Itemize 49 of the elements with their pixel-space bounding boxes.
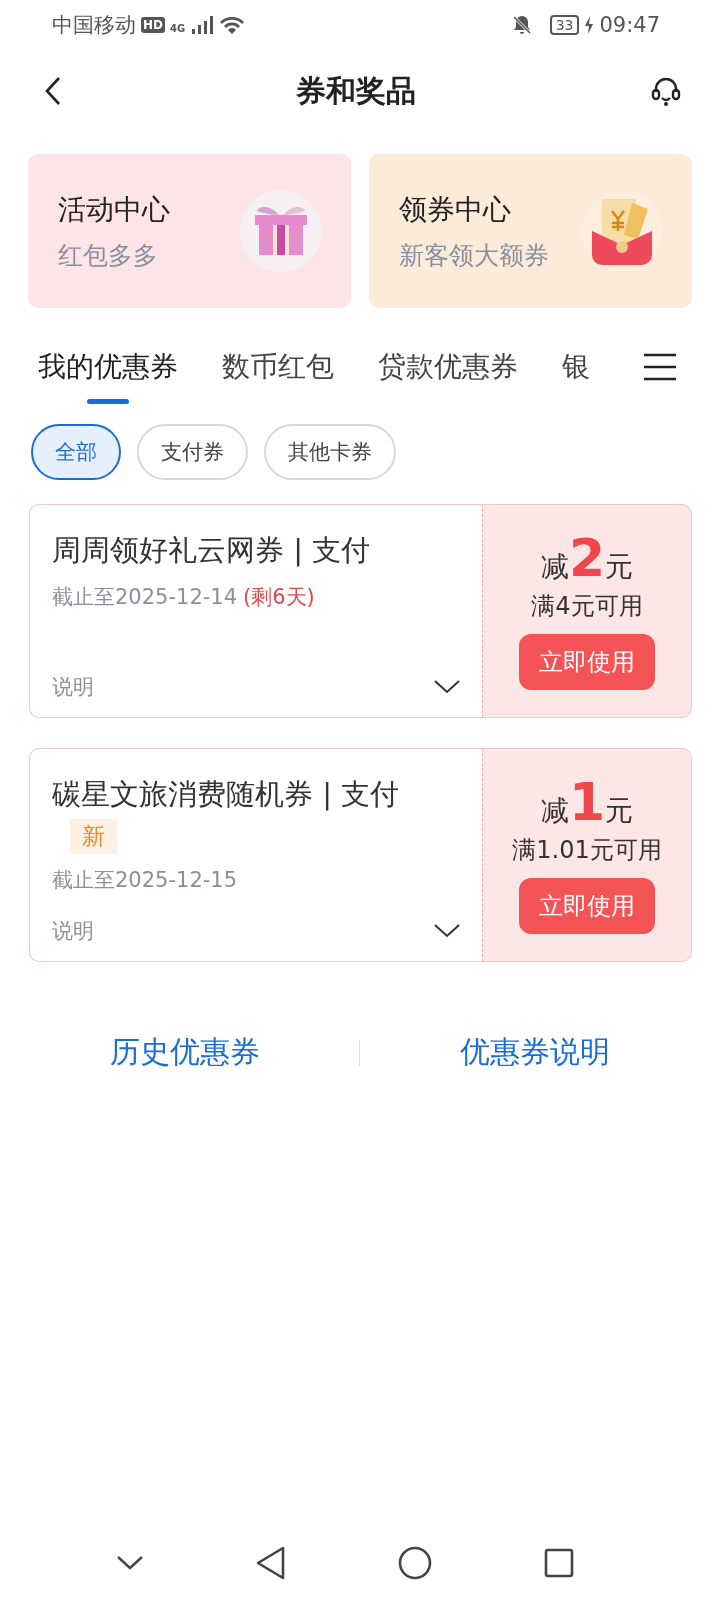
chevron-down-icon[interactable]: [434, 680, 460, 694]
page-title: 券和奖品: [296, 71, 416, 110]
mute-bell-icon: [510, 14, 533, 36]
collapse-icon[interactable]: [116, 1555, 144, 1571]
coupon-title: 周周领好礼云网券 | 支付: [52, 532, 372, 569]
promo-subtitle: 新客领大额券: [399, 239, 549, 272]
discount-prefix: 减: [540, 549, 569, 585]
home-nav-icon[interactable]: [398, 1546, 432, 1580]
category-tab[interactable]: 数币红包: [222, 348, 334, 404]
expiry-date: 截止至2025-12-15: [52, 868, 238, 892]
promo-subtitle: 红包多多: [58, 239, 159, 272]
discount-prefix: 减: [540, 793, 569, 829]
promo-card[interactable]: 领券中心 新客领大额券: [369, 154, 692, 308]
hd-badge: HD: [141, 17, 165, 33]
carrier-name: 中国移动: [52, 12, 136, 39]
currency-unit: 元: [605, 793, 634, 829]
wifi-icon: [219, 15, 246, 35]
clock-time: 09:47: [599, 13, 660, 37]
new-tag: 新: [70, 819, 117, 854]
usage-condition: 满4元可用: [531, 591, 643, 622]
footer-link[interactable]: 优惠券说明: [460, 1032, 611, 1073]
back-nav-icon[interactable]: [256, 1546, 286, 1580]
menu-icon[interactable]: [644, 353, 676, 381]
category-tab[interactable]: 银: [562, 348, 590, 404]
coupon-title: 碳星文旅消费随机券 | 支付: [52, 776, 401, 813]
chevron-down-icon[interactable]: [434, 924, 460, 938]
category-tab[interactable]: 我的优惠券: [38, 348, 178, 404]
signal-icon: [190, 15, 215, 35]
currency-unit: 元: [605, 549, 634, 585]
recents-nav-icon[interactable]: [544, 1548, 574, 1578]
discount-amount: 2: [568, 532, 606, 584]
discount-amount: 1: [568, 776, 606, 828]
headset-icon[interactable]: [650, 75, 682, 107]
back-icon[interactable]: [44, 76, 62, 106]
filter-chip[interactable]: 其他卡券: [264, 424, 396, 480]
gift-box-icon: [239, 189, 323, 273]
charging-icon: [584, 15, 595, 35]
days-remaining: (剩6天): [243, 585, 315, 609]
footer-link[interactable]: 历史优惠券: [109, 1032, 260, 1073]
network-type: 4G: [170, 23, 186, 34]
expiry-date: 截止至2025-12-14: [52, 585, 238, 609]
promo-card[interactable]: 活动中心 红包多多: [28, 154, 351, 308]
usage-condition: 满1.01元可用: [512, 835, 662, 866]
filter-chip[interactable]: 全部: [31, 424, 121, 480]
promo-title: 活动中心: [58, 191, 170, 228]
battery-indicator: 33: [549, 15, 580, 35]
category-tab[interactable]: 贷款优惠券: [378, 348, 518, 404]
filter-chip[interactable]: 支付券: [137, 424, 248, 480]
promo-title: 领券中心: [399, 191, 512, 228]
